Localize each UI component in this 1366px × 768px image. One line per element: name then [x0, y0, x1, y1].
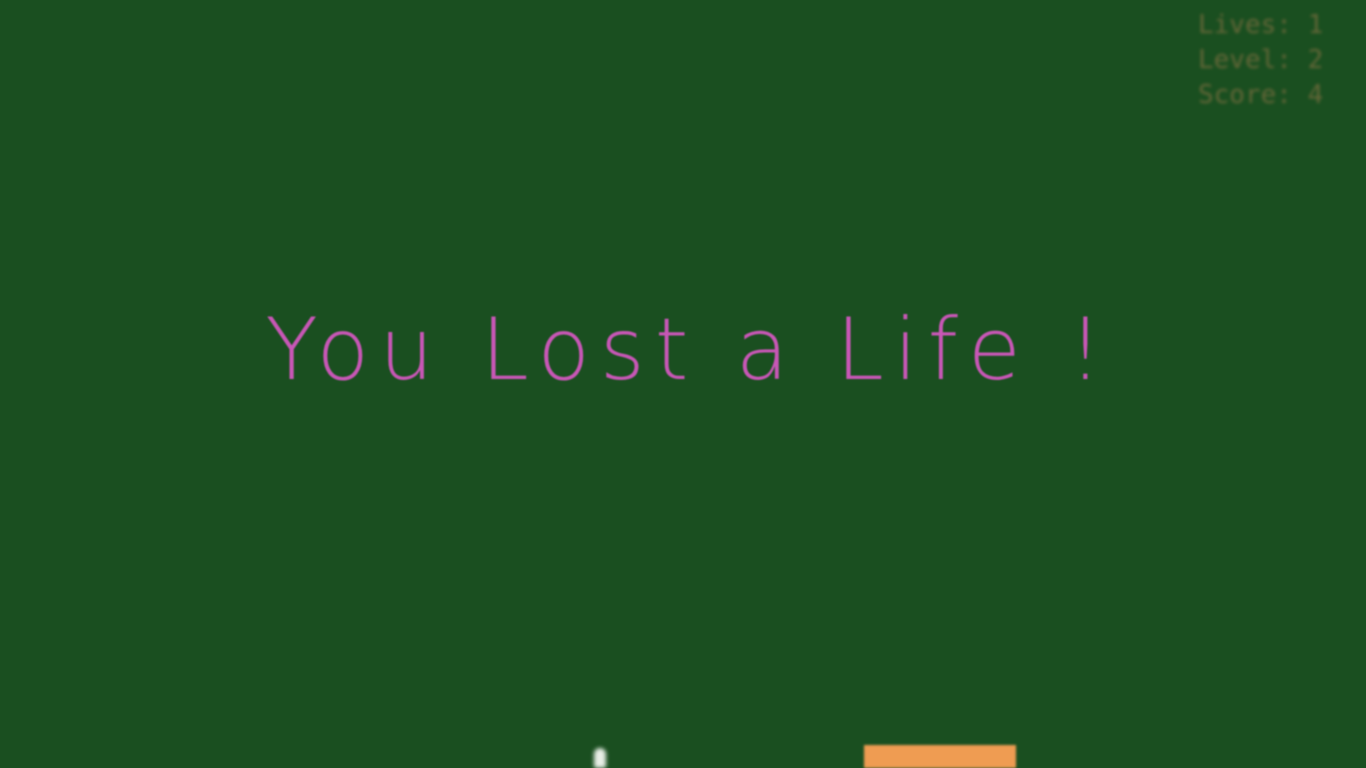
- level-counter: Level: 2: [1198, 45, 1324, 75]
- ball: [594, 748, 606, 768]
- game-canvas[interactable]: Lives: 1 Level: 2 Score: 4 You Lost a Li…: [0, 0, 1366, 768]
- paddle[interactable]: [864, 745, 1016, 768]
- score-counter: Score: 4: [1198, 80, 1324, 110]
- life-lost-message: You Lost a Life !: [265, 300, 1113, 400]
- hud-panel: Lives: 1 Level: 2 Score: 4: [1198, 8, 1323, 113]
- lives-counter: Lives: 1: [1198, 10, 1324, 40]
